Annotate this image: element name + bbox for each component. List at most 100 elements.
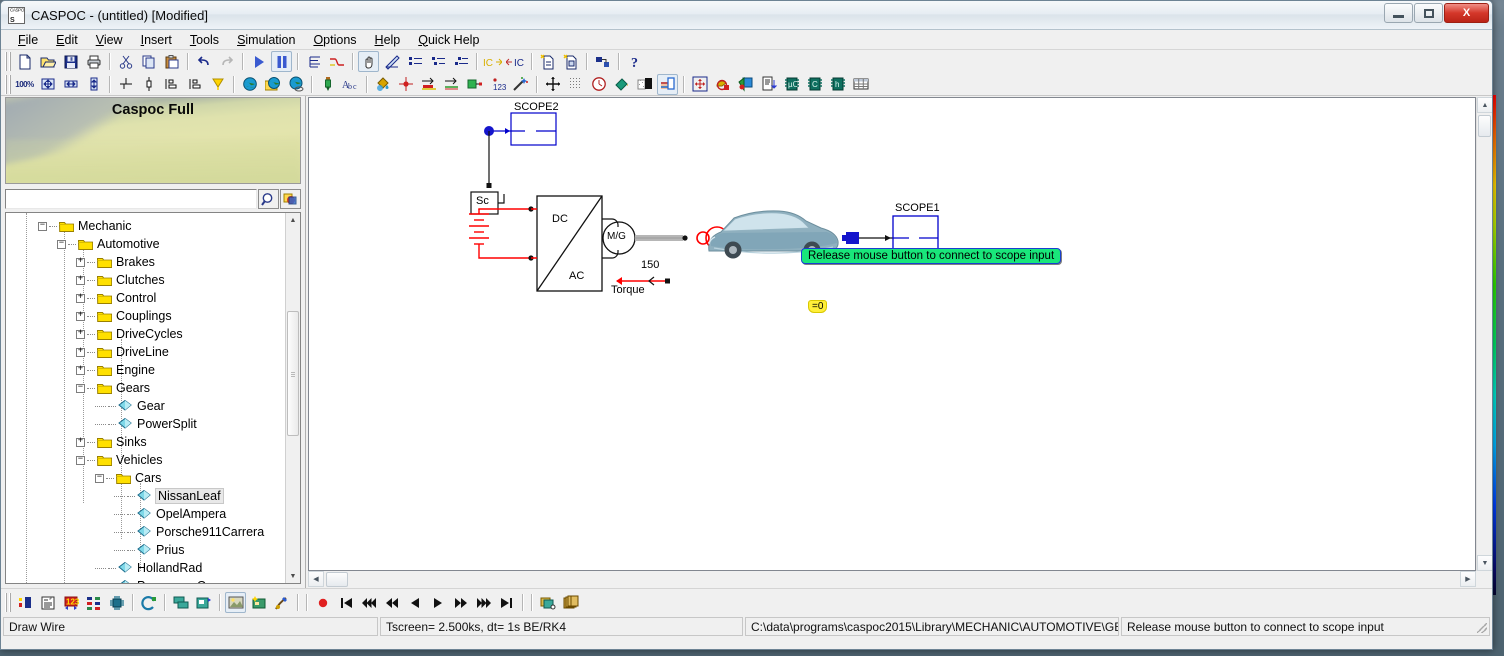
- shapes-icon[interactable]: [712, 74, 733, 95]
- search-icon[interactable]: [258, 189, 279, 209]
- c-chip-icon[interactable]: C: [804, 74, 825, 95]
- stack-windows-icon[interactable]: [170, 592, 191, 613]
- tree-folder-brakes[interactable]: + Brakes: [6, 253, 285, 271]
- toolbar-grip-2[interactable]: [5, 74, 11, 94]
- tree-folder-clutches[interactable]: + Clutches: [6, 271, 285, 289]
- import-doc-icon[interactable]: [560, 51, 581, 72]
- menu-options[interactable]: Options: [304, 31, 365, 49]
- arrow-flow-icon[interactable]: [441, 74, 462, 95]
- new-file-icon[interactable]: [14, 51, 35, 72]
- tree-folder-cars[interactable]: − Cars: [6, 469, 285, 487]
- canvas-scroll-right[interactable]: ▶: [1460, 571, 1476, 587]
- expand-icon[interactable]: +: [76, 364, 85, 375]
- play-back-icon[interactable]: [404, 592, 425, 613]
- hierarchy-icon[interactable]: [83, 592, 104, 613]
- rewind-icon[interactable]: [381, 592, 402, 613]
- globe-icon[interactable]: [239, 74, 260, 95]
- tree-scroll-down[interactable]: ▼: [286, 569, 300, 583]
- collapse-icon[interactable]: −: [95, 472, 104, 483]
- zoom-width-icon[interactable]: [60, 74, 81, 95]
- save-icon[interactable]: [60, 51, 81, 72]
- highlighter-icon[interactable]: [317, 74, 338, 95]
- table-icon[interactable]: [850, 74, 871, 95]
- tree-folder-mechanic[interactable]: − Mechanic: [6, 217, 285, 235]
- tree-folder-automotive[interactable]: − Automotive: [6, 235, 285, 253]
- tree-scrollbar[interactable]: ▲ ▼: [285, 213, 300, 583]
- pan-hand-icon[interactable]: [358, 51, 379, 72]
- canvas-scroll-down[interactable]: ▼: [1477, 555, 1492, 571]
- animation-icon[interactable]: [248, 592, 269, 613]
- forward-icon[interactable]: [450, 592, 471, 613]
- measure-icon[interactable]: [381, 51, 402, 72]
- h-chip-icon[interactable]: h: [827, 74, 848, 95]
- run-icon[interactable]: [248, 51, 269, 72]
- initial-condition-tag[interactable]: =0: [808, 300, 828, 313]
- archive-icon[interactable]: [560, 592, 581, 613]
- block-green-icon[interactable]: [464, 74, 485, 95]
- zoom-height-icon[interactable]: [83, 74, 104, 95]
- clock-icon[interactable]: [588, 74, 609, 95]
- canvas-vscroll-thumb[interactable]: [1478, 115, 1491, 137]
- schematic-canvas[interactable]: SCOPE2 SCOPE1 Sc DC AC M/G Torque 150 =0…: [308, 97, 1476, 571]
- globe-link-icon[interactable]: [285, 74, 306, 95]
- maximize-button[interactable]: [1414, 3, 1443, 23]
- canvas-hscroll-thumb[interactable]: [326, 572, 348, 587]
- tree-item-prius[interactable]: Prius: [6, 541, 285, 559]
- export-doc-icon[interactable]: [537, 51, 558, 72]
- redo-icon[interactable]: [216, 51, 237, 72]
- collapse-icon[interactable]: −: [76, 382, 85, 393]
- minimize-button[interactable]: [1384, 3, 1413, 23]
- align-right-icon[interactable]: [184, 74, 205, 95]
- micro-chip-icon[interactable]: µC: [781, 74, 802, 95]
- text-abc-icon[interactable]: Abc: [340, 74, 361, 95]
- ic-in-icon[interactable]: IC: [505, 51, 526, 72]
- numbers-icon[interactable]: 123: [487, 74, 508, 95]
- menu-view[interactable]: View: [87, 31, 132, 49]
- tree-item-hollandrad[interactable]: HollandRad: [6, 559, 285, 577]
- open-file-icon[interactable]: [37, 51, 58, 72]
- warning-icon[interactable]: [207, 74, 228, 95]
- paint-icon[interactable]: [271, 592, 292, 613]
- grid-icon[interactable]: [565, 74, 586, 95]
- expand-icon[interactable]: +: [76, 292, 85, 303]
- zoom-fit-icon[interactable]: [37, 74, 58, 95]
- contrast-icon[interactable]: [634, 74, 655, 95]
- zoom-100-icon[interactable]: 100%: [14, 74, 35, 95]
- list-icon[interactable]: [404, 51, 425, 72]
- skip-end-icon[interactable]: [496, 592, 517, 613]
- menu-quick-help[interactable]: Quick Help: [409, 31, 488, 49]
- multimedia-icon[interactable]: [735, 74, 756, 95]
- library-tree[interactable]: − Mechanic − Automotive + Brakes + Clutches + Con…: [6, 213, 285, 583]
- toolbar-grip[interactable]: [5, 52, 11, 71]
- pause-icon[interactable]: [271, 51, 292, 72]
- globe-folder-icon[interactable]: [262, 74, 283, 95]
- expand-icon[interactable]: +: [76, 274, 85, 285]
- block-edit-icon[interactable]: [14, 592, 35, 613]
- play-icon[interactable]: [427, 592, 448, 613]
- tree-item-porsche911carrera[interactable]: Porsche911Carrera: [6, 523, 285, 541]
- canvas-horizontal-scrollbar[interactable]: ◀ ▶: [308, 571, 1476, 588]
- tree-item-opelampera[interactable]: OpelAmpera: [6, 505, 285, 523]
- list-sort-icon[interactable]: [450, 51, 471, 72]
- node-icon[interactable]: [115, 74, 136, 95]
- undo-icon[interactable]: [193, 51, 214, 72]
- signal-list-icon[interactable]: [303, 51, 324, 72]
- paint-bucket-icon[interactable]: [372, 74, 393, 95]
- print-icon[interactable]: [83, 51, 104, 72]
- tree-item-gear[interactable]: Gear: [6, 397, 285, 415]
- numeric-123-icon[interactable]: 123: [60, 592, 81, 613]
- menu-tools[interactable]: Tools: [181, 31, 228, 49]
- color-fill-icon[interactable]: [611, 74, 632, 95]
- tree-folder-engine[interactable]: + Engine: [6, 361, 285, 379]
- collapse-icon[interactable]: −: [76, 454, 85, 465]
- paste-icon[interactable]: [161, 51, 182, 72]
- rewind-fast-icon[interactable]: [358, 592, 379, 613]
- close-button[interactable]: X: [1444, 3, 1489, 23]
- point-marker-icon[interactable]: [395, 74, 416, 95]
- record-icon[interactable]: [312, 592, 333, 613]
- block-link-icon[interactable]: [592, 51, 613, 72]
- tree-folder-control[interactable]: + Control: [6, 289, 285, 307]
- skip-start-icon[interactable]: [335, 592, 356, 613]
- canvas-scroll-left[interactable]: ◀: [308, 571, 324, 587]
- tree-scroll-up[interactable]: ▲: [286, 213, 300, 227]
